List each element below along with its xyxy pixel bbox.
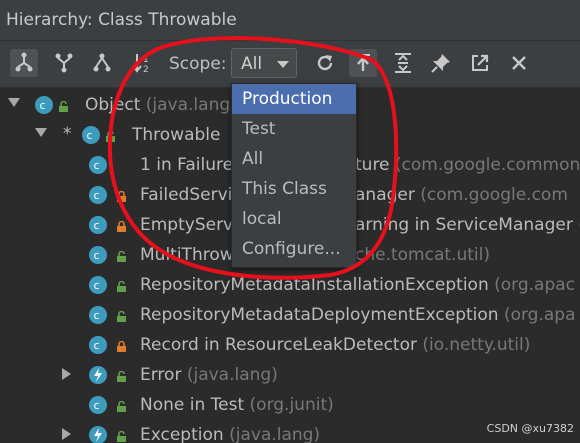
tree-item-label: Throwable (132, 125, 221, 145)
class-icon: c (89, 246, 107, 264)
svg-text:c: c (94, 309, 100, 322)
supertypes-hierarchy-icon[interactable] (50, 49, 78, 77)
private-lock-icon (117, 341, 126, 352)
public-lock-icon (117, 281, 126, 292)
class-icon: c (89, 156, 107, 174)
private-lock-icon (117, 191, 126, 202)
svg-text:1: 1 (143, 55, 149, 65)
public-lock-icon (117, 431, 126, 442)
svg-text:c: c (94, 189, 100, 202)
export-icon[interactable] (466, 49, 494, 77)
svg-text:c: c (94, 279, 100, 292)
scope-option-this-class[interactable]: This Class (232, 174, 356, 204)
window-title: Hierarchy: Class Throwable (6, 10, 237, 30)
watermark: CSDN @xu7382 (486, 422, 574, 435)
toolbar: 12 Scope: All (0, 41, 580, 88)
tree-item-label-tail: anager (com.google.com (355, 185, 568, 205)
svg-text:c: c (94, 399, 100, 412)
svg-text:c: c (94, 339, 100, 352)
tree-item-label: RepositoryMetadataInstallationException … (140, 275, 576, 295)
public-lock-icon (117, 371, 126, 382)
expand-toggle-icon[interactable] (35, 128, 47, 137)
exception-class-icon (89, 426, 107, 443)
class-icon: c (82, 126, 100, 144)
tree-item-label: Record in ResourceLeakDetector (io.netty… (140, 335, 531, 355)
tree-row[interactable]: c RepositoryMetadataInstallationExceptio… (0, 270, 580, 300)
tree-item-label: EmptyServi (140, 215, 238, 235)
svg-text:c: c (94, 219, 100, 232)
class-icon: c (89, 396, 107, 414)
scope-dropdown-menu: Production Test All This Class local Con… (231, 83, 357, 268)
tree-item-label: Exception (java.lang) (140, 425, 321, 443)
exception-class-icon (89, 366, 107, 384)
class-hierarchy-icon[interactable] (88, 49, 116, 77)
public-lock-icon (117, 311, 126, 322)
tree-item-label: FailedServi (140, 185, 233, 205)
expand-toggle-icon[interactable] (62, 368, 71, 380)
tree-row[interactable]: c Record in ResourceLeakDetector (io.net… (0, 330, 580, 360)
class-icon: c (89, 336, 107, 354)
tree-item-label: None in Test (org.junit) (140, 395, 334, 415)
close-icon[interactable] (505, 49, 533, 77)
scope-option-test[interactable]: Test (232, 114, 356, 144)
expand-toggle-icon[interactable] (62, 428, 71, 440)
expand-toggle-icon[interactable] (8, 98, 20, 107)
focus-marker-icon: * (63, 124, 72, 144)
scroll-to-source-icon[interactable] (349, 49, 377, 77)
tree-item-label-tail: arning in ServiceManager ( (355, 215, 580, 235)
title-bar: Hierarchy: Class Throwable (0, 0, 580, 41)
tree-row[interactable]: Error (java.lang) (0, 360, 580, 390)
tree-item-label-tail: che.tomcat.util) (355, 245, 490, 265)
scope-option-configure[interactable]: Configure... (232, 234, 356, 264)
sort-alpha-icon[interactable]: 12 (128, 49, 156, 77)
scope-option-production[interactable]: Production (232, 84, 356, 114)
class-icon: c (35, 96, 53, 114)
svg-text:c: c (87, 129, 93, 142)
public-lock-icon (106, 131, 115, 142)
svg-text:c: c (94, 249, 100, 262)
scope-option-all[interactable]: All (232, 144, 356, 174)
scope-label: Scope: (169, 54, 227, 74)
scope-value: All (241, 54, 263, 74)
abstract-class-icon: c (89, 216, 107, 234)
pin-icon[interactable] (427, 49, 455, 77)
svg-text:2: 2 (143, 65, 149, 74)
class-icon: c (89, 276, 107, 294)
public-lock-icon (117, 401, 126, 412)
tree-item-label: Object (java.lang) (85, 95, 237, 115)
chevron-down-icon (277, 61, 289, 68)
abstract-class-icon: c (89, 186, 107, 204)
subtypes-hierarchy-icon[interactable] (10, 49, 38, 77)
tree-item-label: RepositoryMetadataDeploymentException (o… (140, 305, 576, 325)
scope-select[interactable]: All (231, 48, 297, 78)
scope-option-local[interactable]: local (232, 204, 356, 234)
tree-row[interactable]: c RepositoryMetadataDeploymentException … (0, 300, 580, 330)
private-lock-icon (117, 221, 126, 232)
tree-item-label: MultiThrow (140, 245, 234, 265)
tree-item-label: Error (java.lang) (140, 365, 278, 385)
class-icon: c (89, 306, 107, 324)
svg-text:c: c (94, 159, 100, 172)
svg-text:c: c (40, 99, 46, 112)
public-lock-icon (59, 101, 68, 112)
expand-all-icon[interactable] (389, 49, 417, 77)
public-lock-icon (117, 251, 126, 262)
refresh-icon[interactable] (311, 49, 339, 77)
tree-item-label-tail: ture (com.google.common (355, 155, 580, 175)
tree-row[interactable]: c None in Test (org.junit) (0, 390, 580, 420)
